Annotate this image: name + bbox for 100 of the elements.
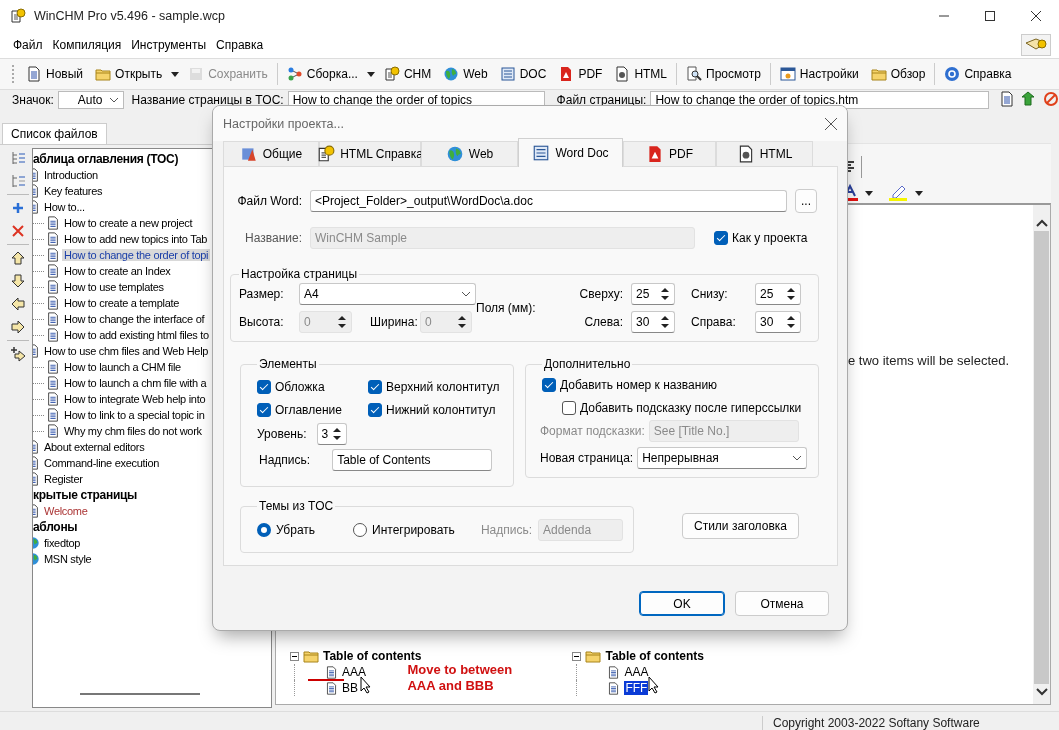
toolbar-button[interactable]: HTML: [611, 63, 671, 85]
menu-item[interactable]: Компиляция: [47, 35, 127, 55]
spin-field[interactable]: 30: [755, 311, 801, 333]
text-field[interactable]: <Project_Folder>_output\WordDoc\a.doc: [310, 190, 787, 212]
toolbar-button[interactable]: CHM: [380, 63, 435, 85]
spin-arrows-icon[interactable]: [660, 286, 670, 302]
text-field[interactable]: Table of Contents: [332, 449, 493, 471]
arrow-left-icon[interactable]: [10, 296, 26, 312]
stop-icon[interactable]: [1043, 91, 1059, 107]
tab[interactable]: Общие: [223, 141, 319, 166]
caret-icon[interactable]: [865, 190, 873, 196]
tree-item[interactable]: Introduction: [42, 169, 100, 181]
toolbar-button[interactable]: Сборка...: [283, 63, 361, 85]
tree-item[interactable]: How to use templates: [62, 281, 166, 293]
tree-item[interactable]: крытые страницы: [33, 488, 140, 502]
tab[interactable]: PDF: [623, 141, 716, 166]
spin-arrows-icon[interactable]: [786, 286, 796, 302]
scroll-thumb[interactable]: [1034, 231, 1049, 684]
tree-item[interactable]: How to launch a chm file with a: [62, 377, 209, 389]
tree-item[interactable]: How to integrate Web help into: [62, 393, 208, 405]
tree-item[interactable]: How to create a new project: [62, 217, 195, 229]
tab[interactable]: Word Doc: [518, 138, 623, 167]
toolbar-button[interactable]: Новый: [23, 63, 87, 85]
add-arrow-icon[interactable]: [10, 346, 26, 362]
toolbar-button[interactable]: PDF: [555, 63, 606, 85]
checkbox[interactable]: [562, 400, 576, 415]
new-page-icon[interactable]: [999, 91, 1015, 107]
tree-item[interactable]: аблица оглавления (TOC): [33, 152, 181, 166]
tree-item[interactable]: How to add new topics into Tab: [62, 233, 210, 245]
caret-icon[interactable]: [366, 71, 375, 77]
spin-arrows-icon[interactable]: [786, 314, 796, 330]
toolbar-button[interactable]: Настройки: [776, 63, 862, 85]
spin-field[interactable]: 25: [631, 283, 675, 305]
tree-item[interactable]: Register: [42, 473, 85, 485]
add-icon[interactable]: [10, 200, 26, 216]
delete-icon[interactable]: [10, 223, 26, 239]
highlighter-icon[interactable]: [887, 184, 909, 202]
spin-field[interactable]: 3: [316, 423, 347, 445]
tab[interactable]: HTML: [716, 141, 813, 166]
tree-item[interactable]: Why my chm files do not work: [62, 425, 204, 437]
toolbar-button[interactable]: DOC: [496, 63, 550, 85]
menu-item[interactable]: Справка: [211, 35, 269, 55]
tree-item[interactable]: How to...: [42, 201, 87, 213]
collapse-icon[interactable]: [572, 651, 582, 661]
checkbox[interactable]: [257, 379, 271, 394]
expand-tree-icon[interactable]: [10, 150, 26, 166]
arrow-right-icon[interactable]: [10, 319, 26, 335]
dialog-button[interactable]: Отмена: [735, 591, 829, 616]
checkbox[interactable]: [542, 377, 556, 392]
tree-item[interactable]: аблоны: [33, 520, 80, 534]
tree-item[interactable]: How to change the interface of: [62, 313, 207, 325]
tree-item[interactable]: How to create a template: [62, 297, 182, 309]
checkbox[interactable]: [257, 402, 271, 417]
dropdown[interactable]: Auto: [57, 91, 124, 109]
dropdown[interactable]: Непрерывная: [637, 447, 808, 469]
tree-item[interactable]: How to change the order of topi: [62, 249, 211, 261]
arrow-down-icon[interactable]: [10, 273, 26, 289]
close-button[interactable]: [825, 117, 837, 130]
toolbar-button[interactable]: Справка: [941, 63, 1015, 85]
menu-item[interactable]: Файл: [8, 35, 48, 55]
tree-item[interactable]: Key features: [42, 185, 105, 197]
spin-arrows-icon[interactable]: [660, 314, 670, 330]
tab[interactable]: Web: [421, 141, 518, 166]
chevron-up-icon[interactable]: [1035, 219, 1048, 227]
tree-item[interactable]: MSN style: [42, 553, 94, 565]
chevron-down-icon[interactable]: [1035, 688, 1048, 696]
radio-button[interactable]: [353, 523, 368, 537]
radio-button[interactable]: [257, 523, 271, 537]
tree-item[interactable]: Command-line execution: [42, 457, 162, 469]
tree-item[interactable]: fixedtop: [42, 537, 83, 549]
maximize-icon[interactable]: [985, 11, 995, 21]
spin-field[interactable]: 25: [755, 283, 801, 305]
dropdown[interactable]: A4: [299, 283, 476, 305]
heading-styles-button[interactable]: Стили заголовка: [682, 513, 799, 539]
menu-item[interactable]: Инструменты: [126, 35, 212, 55]
caret-icon[interactable]: [915, 190, 923, 196]
tree-item[interactable]: How to use chm files and Web Help: [42, 345, 211, 357]
scrollbar[interactable]: [1033, 205, 1050, 704]
toolbar-button[interactable]: Web: [440, 63, 491, 85]
arrow-icon[interactable]: [1021, 91, 1037, 107]
toolbar-button[interactable]: Обзор: [867, 63, 929, 85]
tree-item[interactable]: How to launch a CHM file: [62, 361, 183, 373]
tree-item[interactable]: How to link to a special topic in: [62, 409, 207, 421]
toolbar-button[interactable]: Открыть: [92, 63, 166, 85]
panel-tab[interactable]: Список файлов: [2, 123, 107, 144]
caret-icon[interactable]: [171, 71, 180, 77]
close-icon[interactable]: [1031, 11, 1041, 21]
arrow-up-icon[interactable]: [10, 250, 26, 266]
tree-item[interactable]: How to create an Index: [62, 265, 173, 277]
tree-item[interactable]: About external editors: [42, 441, 147, 453]
dialog-button[interactable]: OK: [639, 591, 725, 616]
toolbar-button[interactable]: Просмотр: [683, 63, 764, 85]
checkbox[interactable]: [368, 379, 382, 394]
browse-button[interactable]: ...: [795, 189, 817, 213]
tree-item[interactable]: Welcome: [42, 505, 90, 517]
spin-field[interactable]: 30: [631, 311, 675, 333]
spin-arrows-icon[interactable]: [331, 426, 342, 442]
scroll-thumb[interactable]: [80, 693, 200, 695]
collapse-icon[interactable]: [290, 651, 299, 661]
tree-item[interactable]: How to add existing html files to: [62, 329, 211, 341]
